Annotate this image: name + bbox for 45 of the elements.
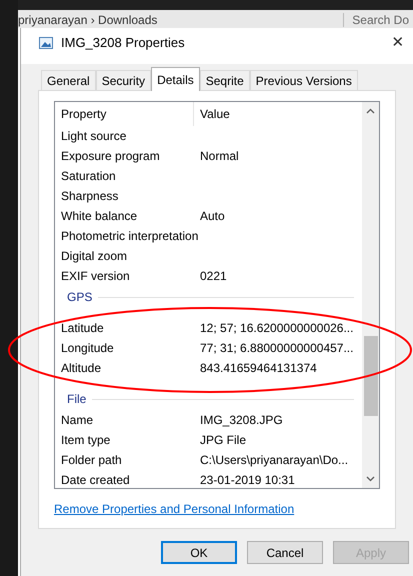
tab[interactable]: General (41, 70, 96, 90)
search-field[interactable]: Search Do (343, 13, 409, 27)
property-value: JPG File (199, 432, 246, 449)
property-value: 23-01-2019 10:31 (199, 472, 295, 488)
property-name: Name (60, 412, 94, 429)
breadcrumb: priyanarayan › Downloads (18, 13, 158, 27)
scrollbar-thumb[interactable] (364, 336, 378, 416)
property-value: IMG_3208.JPG (199, 412, 283, 429)
property-value: C:\Users\priyanarayan\Do... (199, 452, 348, 469)
tab[interactable]: Security (96, 70, 152, 90)
scrollbar[interactable] (362, 102, 379, 488)
property-name: Item type (60, 432, 112, 449)
property-name: EXIF version (60, 268, 131, 285)
property-name: Longitude (60, 340, 115, 357)
property-name: Digital zoom (60, 248, 128, 265)
dialog-button[interactable]: OK (161, 541, 237, 564)
property-value: 0221 (199, 268, 227, 285)
image-file-icon (39, 37, 53, 49)
close-button[interactable]: ✕ (387, 32, 409, 54)
property-name: White balance (60, 208, 138, 225)
column-header[interactable]: Property (55, 102, 194, 126)
property-name: Sharpness (60, 188, 120, 205)
column-header[interactable]: Value (194, 102, 362, 126)
group-header: GPS (67, 289, 94, 306)
window-title: IMG_3208 Properties (61, 34, 186, 52)
property-name: Folder path (60, 452, 123, 469)
scroll-up-icon[interactable] (366, 108, 375, 114)
tab[interactable]: Details (151, 67, 200, 91)
property-name: Altitude (60, 360, 102, 377)
dialog-button[interactable]: Cancel (247, 541, 323, 564)
tab[interactable]: Seqrite (200, 70, 250, 90)
property-value: Auto (199, 208, 225, 225)
remove-properties-link[interactable]: Remove Properties and Personal Information (54, 500, 380, 518)
property-name: Light source (60, 128, 128, 145)
property-value: 12; 57; 16.6200000000026... (199, 320, 354, 337)
property-value: Normal (199, 148, 239, 165)
property-name: Exposure program (60, 148, 161, 165)
property-name: Date created (60, 472, 131, 488)
tab[interactable]: Previous Versions (250, 70, 358, 90)
property-name: Saturation (60, 168, 117, 185)
property-value: 77; 31; 6.88000000000457... (199, 340, 354, 357)
group-header: File (67, 391, 88, 408)
property-name: Latitude (60, 320, 105, 337)
scroll-down-icon[interactable] (366, 476, 375, 482)
property-value: 843.41659464131374 (199, 360, 317, 377)
